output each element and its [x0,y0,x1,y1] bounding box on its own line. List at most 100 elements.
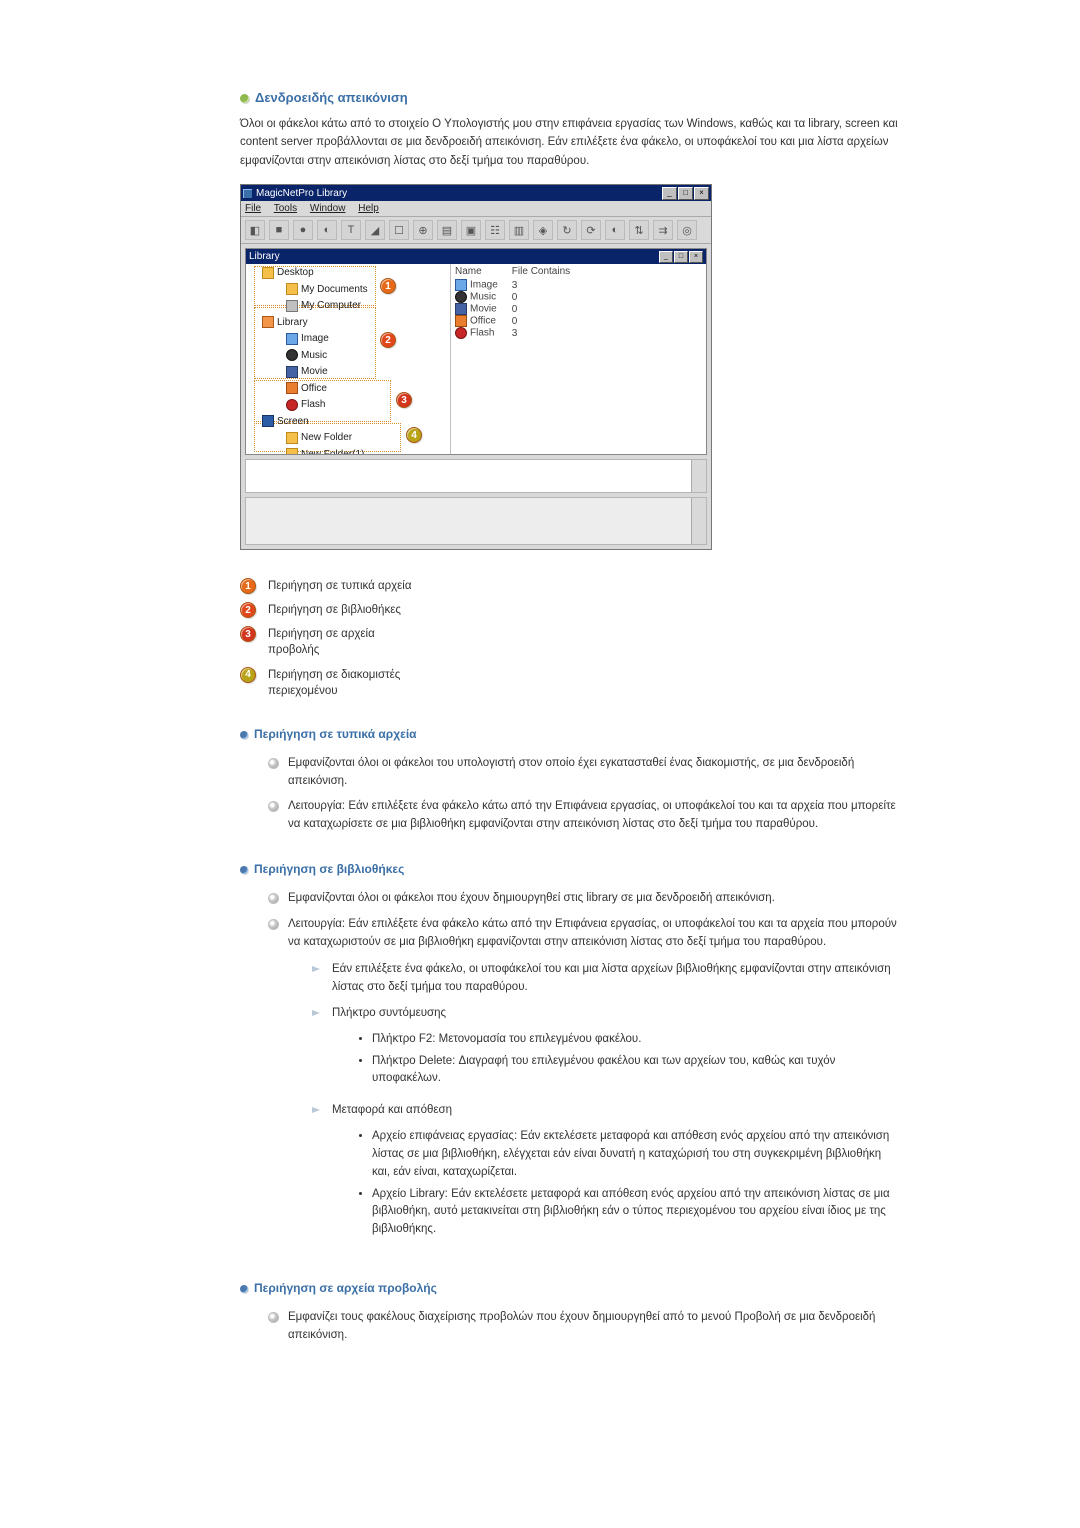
inner-window-title: Library [249,251,659,262]
list-item: Εμφανίζει τους φακέλους διαχείρισης προβ… [268,1305,900,1349]
legend-label: Περιήγηση σε αρχεία προβολής [268,626,428,658]
toolbar: ◧ ■ ● ◐ T ◢ ☐ ⊕ ▤ ▣ ☷ ▥ ◈ ↻ ⟳ ◐ ⇅ ⇉ ◎ [241,217,711,244]
table-row[interactable]: Music0 [455,291,584,303]
inner-window: Library _ □ × 1 2 3 4 [245,248,707,455]
tree-item[interactable]: New Folder [274,431,448,448]
legend-label: Περιήγηση σε τυπικά αρχεία [268,578,412,594]
computer-icon [286,300,298,312]
legend-badge-1: 1 [240,578,256,594]
folder-icon [286,448,298,454]
doc-list: Εμφανίζονται όλοι οι φάκελοι που έχουν δ… [268,886,900,1257]
window-title: MagicNetPro Library [256,188,662,199]
subsection-title: Περιήγηση σε αρχεία προβολής [240,1281,900,1295]
toolbar-button[interactable]: ▣ [461,220,481,240]
file-table: Name File Contains Image3 Music0 Movie0 … [455,266,584,339]
toolbar-button[interactable]: ↻ [557,220,577,240]
section-title: Δενδροειδής απεικόνιση [240,90,900,105]
office-icon [286,382,298,394]
table-row[interactable]: Flash3 [455,327,584,339]
toolbar-button[interactable]: ☷ [485,220,505,240]
list-item: Εμφανίζονται όλοι οι φάκελοι του υπολογι… [268,751,900,795]
preview-pane-lower [245,497,707,545]
tree-item[interactable]: My Documents [274,283,448,300]
doc-list: Εμφανίζονται όλοι οι φάκελοι του υπολογι… [268,751,900,838]
movie-icon [286,366,298,378]
toolbar-button[interactable]: ⇉ [653,220,673,240]
legend-badge-3: 3 [240,626,256,642]
tree-item[interactable]: Screen New Folder New Folder(1) [250,415,448,455]
scrollbar[interactable] [691,460,706,492]
desktop-icon [262,267,274,279]
legend-label: Περιήγηση σε διακομιστές περιεχομένου [268,667,428,699]
image-icon [455,279,467,291]
minimize-button[interactable]: _ [662,187,677,200]
list-item: Εμφανίζονται όλοι οι φάκελοι που έχουν δ… [268,886,900,912]
toolbar-button[interactable]: ▥ [509,220,529,240]
toolbar-button[interactable]: ■ [269,220,289,240]
tree-item[interactable]: Image [274,332,448,349]
inner-close-button[interactable]: × [689,251,703,263]
tree-item[interactable]: Library Image Music Movie Office Flash [250,316,448,415]
subsection-title: Περιήγηση σε βιβλιοθήκες [240,862,900,876]
toolbar-button[interactable]: ⊕ [413,220,433,240]
toolbar-button[interactable]: T [341,220,361,240]
list-item: Πλήκτρο συντόμευσης Πλήκτρο F2: Μετονομα… [312,1001,900,1098]
maximize-button[interactable]: □ [678,187,693,200]
toolbar-button[interactable]: ◐ [605,220,625,240]
table-row[interactable]: Image3 [455,279,584,291]
tree-item[interactable]: Movie [274,365,448,382]
tree-item[interactable]: Office [274,382,448,399]
toolbar-button[interactable]: ◈ [533,220,553,240]
inner-maximize-button[interactable]: □ [674,251,688,263]
menu-tools[interactable]: Tools [274,203,297,214]
folder-icon [286,283,298,295]
list-item: Μεταφορά και απόθεση Αρχείο επιφάνειας ε… [312,1098,900,1249]
tree-pane[interactable]: 1 2 3 4 Desktop My Documents My Computer [246,264,451,454]
toolbar-button[interactable]: ◎ [677,220,697,240]
toolbar-button[interactable]: ● [293,220,313,240]
app-window: MagicNetPro Library _ □ × File Tools Win… [240,184,712,550]
tree-item[interactable]: My Computer [274,299,448,316]
column-header[interactable]: Name [455,266,512,279]
inner-minimize-button[interactable]: _ [659,251,673,263]
preview-pane-upper [245,459,707,493]
list-item: Πλήκτρο Delete: Διαγραφή του επιλεγμένου… [372,1051,900,1091]
toolbar-button[interactable]: ☐ [389,220,409,240]
image-icon [286,333,298,345]
table-row[interactable]: Office0 [455,315,584,327]
tree-item[interactable]: Flash [274,398,448,415]
close-button[interactable]: × [694,187,709,200]
list-item: Λειτουργία: Εάν επιλέξετε ένα φάκελο κάτ… [268,794,900,838]
tree-item[interactable]: Desktop My Documents My Computer [250,266,448,316]
music-icon [455,291,467,303]
legend-badge-2: 2 [240,602,256,618]
list-item: Αρχείο Library: Εάν εκτελέσετε μεταφορά … [372,1184,900,1241]
inner-window-buttons: _ □ × [659,251,703,263]
folder-icon [286,432,298,444]
list-pane: Name File Contains Image3 Music0 Movie0 … [451,264,706,454]
toolbar-button[interactable]: ⇅ [629,220,649,240]
scrollbar[interactable] [691,498,706,544]
menu-help[interactable]: Help [358,203,379,214]
intro-text: Όλοι οι φάκελοι κάτω από το στοιχείο Ο Υ… [240,115,900,170]
toolbar-button[interactable]: ⟳ [581,220,601,240]
menu-window[interactable]: Window [310,203,346,214]
toolbar-button[interactable]: ◐ [317,220,337,240]
toolbar-button[interactable]: ◧ [245,220,265,240]
legend-label: Περιήγηση σε βιβλιοθήκες [268,602,401,618]
column-header[interactable]: File Contains [512,266,584,279]
toolbar-button[interactable]: ◢ [365,220,385,240]
menu-file[interactable]: File [245,203,261,214]
list-item: Πλήκτρο F2: Μετονομασία του επιλεγμένου … [372,1029,900,1051]
library-icon [262,316,274,328]
list-item: Αρχείο επιφάνειας εργασίας: Εάν εκτελέσε… [372,1126,900,1183]
flash-icon [455,327,467,339]
tree-item[interactable]: New Folder(1) [274,448,448,455]
list-item: Λειτουργία: Εάν επιλέξετε ένα φάκελο κάτ… [268,912,900,1257]
tree-item[interactable]: Music [274,349,448,366]
table-row[interactable]: Movie0 [455,303,584,315]
toolbar-button[interactable]: ▤ [437,220,457,240]
legend: 1 Περιήγηση σε τυπικά αρχεία 2 Περιήγηση σ… [240,574,900,703]
flash-icon [286,399,298,411]
movie-icon [455,303,467,315]
